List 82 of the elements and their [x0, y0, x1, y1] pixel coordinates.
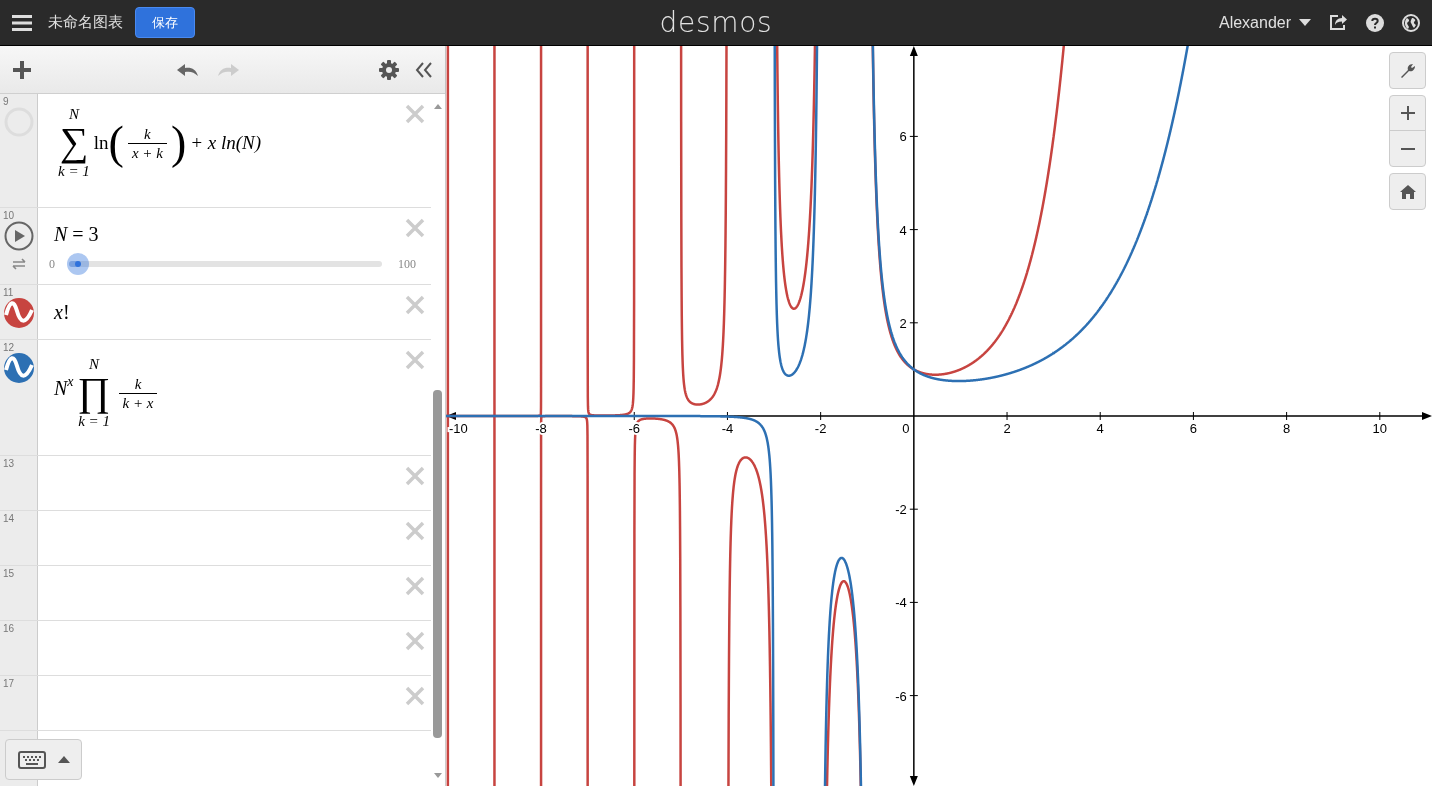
menu-icon[interactable] — [12, 14, 32, 31]
share-icon[interactable] — [1329, 14, 1348, 31]
tick-label: -2 — [895, 502, 907, 518]
tick-label: -10 — [449, 421, 468, 436]
fraction-denominator: x + k — [130, 143, 164, 162]
operator-symbol: ∑ — [59, 122, 89, 162]
line-number: 11 — [3, 286, 14, 300]
user-name: Alexander — [1218, 12, 1291, 33]
undo-icon[interactable] — [175, 61, 200, 78]
line-number: 12 — [3, 341, 15, 355]
exponent: x — [67, 373, 74, 389]
logo: desmos — [659, 8, 773, 37]
slider-track[interactable] — [69, 261, 382, 267]
collapse-icon[interactable] — [415, 60, 433, 79]
home-icon — [1399, 184, 1416, 199]
tick-label: 6 — [899, 129, 907, 145]
tick-label: 4 — [1096, 421, 1104, 436]
tick-label: 6 — [1189, 421, 1198, 436]
limit-lower: k = 1 — [78, 413, 110, 430]
line-number: 16 — [3, 622, 15, 636]
save-button[interactable]: 保存 — [135, 7, 195, 38]
math-text: + x ln(N) — [190, 130, 262, 155]
globe-icon[interactable] — [1402, 13, 1420, 32]
math-text: x! — [54, 301, 70, 323]
fraction-denominator: k + x — [121, 393, 155, 412]
plus-icon — [1400, 106, 1415, 120]
graph-toggle-icon[interactable] — [3, 298, 34, 328]
keyboard-icon — [17, 750, 46, 769]
delete-icon[interactable] — [405, 104, 425, 124]
settings-icon[interactable] — [379, 59, 399, 80]
delete-icon[interactable] — [405, 576, 425, 596]
paren: ( — [108, 120, 124, 166]
slider-min: 0 — [49, 256, 56, 273]
caret-icon — [1299, 19, 1311, 26]
limit-upper: N — [89, 356, 100, 372]
graph-toggle-icon[interactable] — [3, 353, 34, 383]
play-icon[interactable] — [3, 221, 34, 251]
delete-icon[interactable] — [405, 350, 425, 370]
limit-upper: N — [68, 106, 79, 122]
delete-icon[interactable] — [405, 466, 425, 486]
tick-label: -2 — [814, 421, 827, 436]
fraction-numerator: k — [143, 124, 152, 143]
tick-label: 0 — [902, 421, 910, 436]
help-icon[interactable] — [1366, 13, 1384, 32]
tick-label: 2 — [1003, 421, 1011, 436]
tick-label: 10 — [1372, 421, 1388, 436]
delete-icon[interactable] — [405, 686, 425, 706]
wrench-button[interactable] — [1389, 52, 1426, 89]
add-icon[interactable] — [12, 59, 32, 80]
tick-label: 2 — [899, 315, 907, 331]
line-number: 9 — [3, 95, 9, 109]
operator-symbol: ∏ — [77, 372, 111, 412]
tick-label: -4 — [721, 421, 734, 436]
delete-icon[interactable] — [405, 521, 425, 541]
math-text: N — [54, 376, 68, 401]
delete-icon[interactable] — [405, 295, 425, 315]
graph-title[interactable]: 未命名图表 — [48, 11, 123, 34]
limit-lower: k = 1 — [58, 163, 90, 180]
fraction-numerator: k — [133, 374, 143, 393]
slider-max: 100 — [398, 256, 416, 273]
line-number: 14 — [3, 512, 15, 526]
tick-label: 8 — [1283, 421, 1291, 436]
delete-icon[interactable] — [405, 631, 425, 651]
line-number: 13 — [3, 457, 15, 471]
keyboard-button[interactable] — [5, 739, 82, 780]
line-number: 10 — [3, 209, 15, 223]
math-text: ln — [93, 130, 109, 155]
line-number: 15 — [3, 567, 15, 581]
repeat-icon[interactable] — [10, 257, 27, 271]
tick-label: -4 — [895, 595, 907, 611]
home-button[interactable] — [1389, 173, 1426, 210]
math-text: N = 3 — [54, 222, 99, 247]
minus-icon — [1400, 147, 1415, 150]
user-menu[interactable]: Alexander — [1218, 10, 1311, 35]
wrench-icon — [1399, 62, 1416, 79]
tick-label: -6 — [895, 688, 907, 704]
line-number: 17 — [3, 677, 15, 691]
slider-thumb[interactable] — [67, 253, 90, 275]
paren: ) — [170, 120, 187, 166]
delete-icon[interactable] — [405, 218, 425, 238]
tick-label: 4 — [899, 222, 907, 238]
caret-icon — [57, 756, 70, 763]
